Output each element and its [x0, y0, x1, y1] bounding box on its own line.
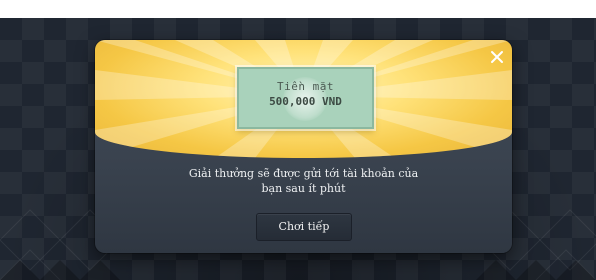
reward-modal: Tiền mặt 500,000 VND Giải thưởng sẽ được…: [95, 40, 512, 253]
reward-message: Giải thưởng sẽ được gửi tới tài khoản củ…: [135, 166, 472, 196]
prize-amount: 500,000 VND: [269, 95, 342, 108]
close-button[interactable]: [488, 48, 506, 66]
game-screen: Tiền mặt 500,000 VND Giải thưởng sẽ được…: [0, 0, 596, 280]
reward-message-line-2: bạn sau ít phút: [261, 182, 346, 195]
prize-label: Tiền mặt: [277, 80, 334, 93]
reward-message-line-1: Giải thưởng sẽ được gửi tới tài khoản củ…: [188, 167, 419, 180]
close-icon: [491, 51, 503, 63]
prize-card: Tiền mặt 500,000 VND: [237, 67, 374, 129]
top-strip: [0, 0, 596, 18]
continue-button[interactable]: Chơi tiếp: [256, 213, 352, 241]
